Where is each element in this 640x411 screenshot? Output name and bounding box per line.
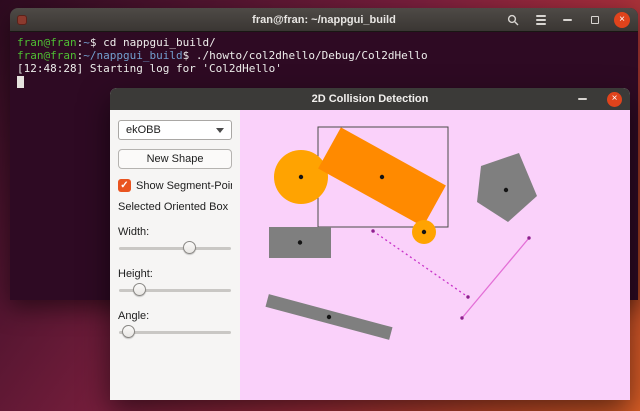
slider-thumb[interactable]: [133, 283, 146, 296]
shape-center-dot: [380, 175, 384, 179]
app-close-button[interactable]: ×: [607, 92, 622, 107]
shape-center-dot: [504, 188, 508, 192]
maximize-icon: [591, 16, 599, 24]
checkbox-checked-icon[interactable]: ✓: [118, 179, 131, 192]
slider-label-height: Height:: [118, 268, 232, 280]
segment-endpoint-dot[interactable]: [371, 229, 374, 232]
app-title: 2D Collision Detection: [110, 88, 630, 110]
show-distance-checkbox-label: Show Segment-Point distance: [136, 180, 232, 192]
app-minimize-button[interactable]: [575, 92, 590, 107]
segment-endpoint-dot[interactable]: [466, 295, 469, 298]
collision-app-window: 2D Collision Detection × ekOBB New Shape…: [110, 88, 630, 400]
terminal-line: fran@fran:~$ cd nappgui_build/: [17, 36, 631, 49]
terminal-line: [12:48:28] Starting log for 'Col2dHello': [17, 62, 631, 75]
collision-canvas[interactable]: [240, 110, 630, 400]
slider-controls: Width: Height: Angle:: [118, 226, 232, 339]
shape-type-dropdown-value: ekOBB: [126, 124, 161, 136]
search-icon[interactable]: [506, 13, 521, 28]
chevron-down-icon: [216, 128, 224, 133]
desktop: fran@fran: ~/nappgui_build × fran@fran:~…: [0, 0, 640, 411]
slider-angle[interactable]: [118, 325, 232, 339]
slider-width[interactable]: [118, 241, 232, 255]
new-shape-button[interactable]: New Shape: [118, 149, 232, 169]
terminal-titlebar[interactable]: fran@fran: ~/nappgui_build ×: [10, 8, 638, 32]
shape-type-dropdown[interactable]: ekOBB: [118, 120, 232, 140]
slider-track[interactable]: [119, 247, 231, 250]
slider-label-angle: Angle:: [118, 310, 232, 322]
slider-label-width: Width:: [118, 226, 232, 238]
selected-shape-label: Selected Oriented Box: [118, 201, 232, 213]
slider-thumb[interactable]: [183, 241, 196, 254]
shape-center-dot: [299, 175, 303, 179]
segment-endpoint-dot[interactable]: [460, 316, 463, 319]
segment-shape[interactable]: [462, 238, 529, 318]
slider-track[interactable]: [119, 331, 231, 334]
slider-height[interactable]: [118, 283, 232, 297]
app-window-controls: ×: [575, 88, 622, 110]
segment-endpoint-dot[interactable]: [527, 236, 530, 239]
shape-center-dot: [422, 230, 426, 234]
close-button[interactable]: ×: [614, 12, 630, 28]
maximize-button[interactable]: [587, 13, 602, 28]
shape-center-dot: [298, 240, 302, 244]
minimize-icon: [578, 98, 587, 100]
hamburger-menu-icon[interactable]: [533, 13, 548, 28]
app-titlebar[interactable]: 2D Collision Detection ×: [110, 88, 630, 110]
terminal-window-controls: ×: [506, 8, 630, 32]
gray-pentagon[interactable]: [477, 153, 537, 222]
shape-center-dot: [327, 315, 331, 319]
minimize-icon: [563, 19, 572, 21]
minimize-button[interactable]: [560, 13, 575, 28]
sidebar: ekOBB New Shape ✓ Show Segment-Point dis…: [110, 110, 240, 400]
terminal-line: fran@fran:~/nappgui_build$ ./howto/col2d…: [17, 49, 631, 62]
terminal-output[interactable]: fran@fran:~$ cd nappgui_build/fran@fran:…: [10, 32, 638, 92]
app-content: ekOBB New Shape ✓ Show Segment-Point dis…: [110, 110, 630, 400]
show-distance-checkbox-row[interactable]: ✓ Show Segment-Point distance: [118, 179, 232, 192]
slider-thumb[interactable]: [122, 325, 135, 338]
terminal-cursor: [17, 76, 24, 88]
